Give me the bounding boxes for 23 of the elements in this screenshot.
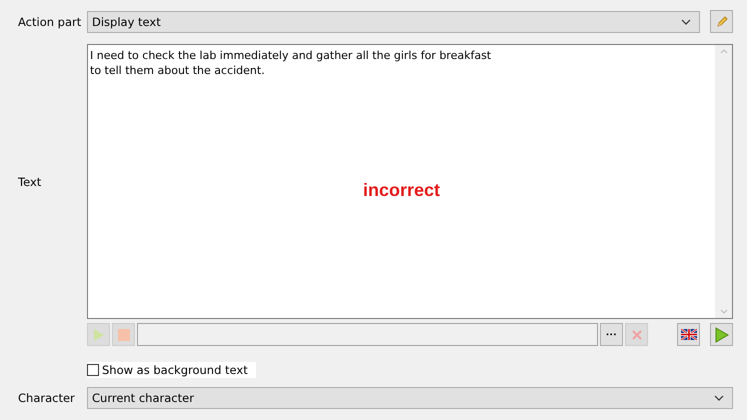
scroll-up-icon (720, 49, 728, 54)
character-dropdown[interactable]: Current character (87, 387, 733, 409)
flag-icon (680, 329, 696, 340)
chevron-down-icon (681, 18, 691, 24)
scroll-down-icon (720, 309, 728, 314)
close-icon (630, 328, 642, 340)
pencil-icon (714, 14, 728, 28)
play-icon (92, 328, 104, 342)
field-label: Character (17, 391, 75, 405)
pencil-button[interactable] (710, 10, 733, 33)
text-area[interactable]: I need to check the lab immediately and gather all the girls for breakfast to tell them about the accident. incorrect (87, 44, 733, 319)
stop-icon (116, 328, 130, 342)
language-button[interactable] (677, 323, 700, 346)
browse-button[interactable]: ··· (600, 323, 623, 346)
action-part-dropdown[interactable]: Display text (87, 10, 700, 32)
checkbox[interactable] (87, 364, 99, 376)
checkbox-label: Show as background text (102, 363, 248, 377)
field-label: Text (17, 174, 42, 188)
status-text: incorrect (362, 180, 440, 201)
chevron-down-icon (714, 395, 724, 401)
preview-button[interactable] (710, 323, 733, 346)
field-label: Action part (17, 14, 82, 28)
play-icon (714, 326, 728, 342)
